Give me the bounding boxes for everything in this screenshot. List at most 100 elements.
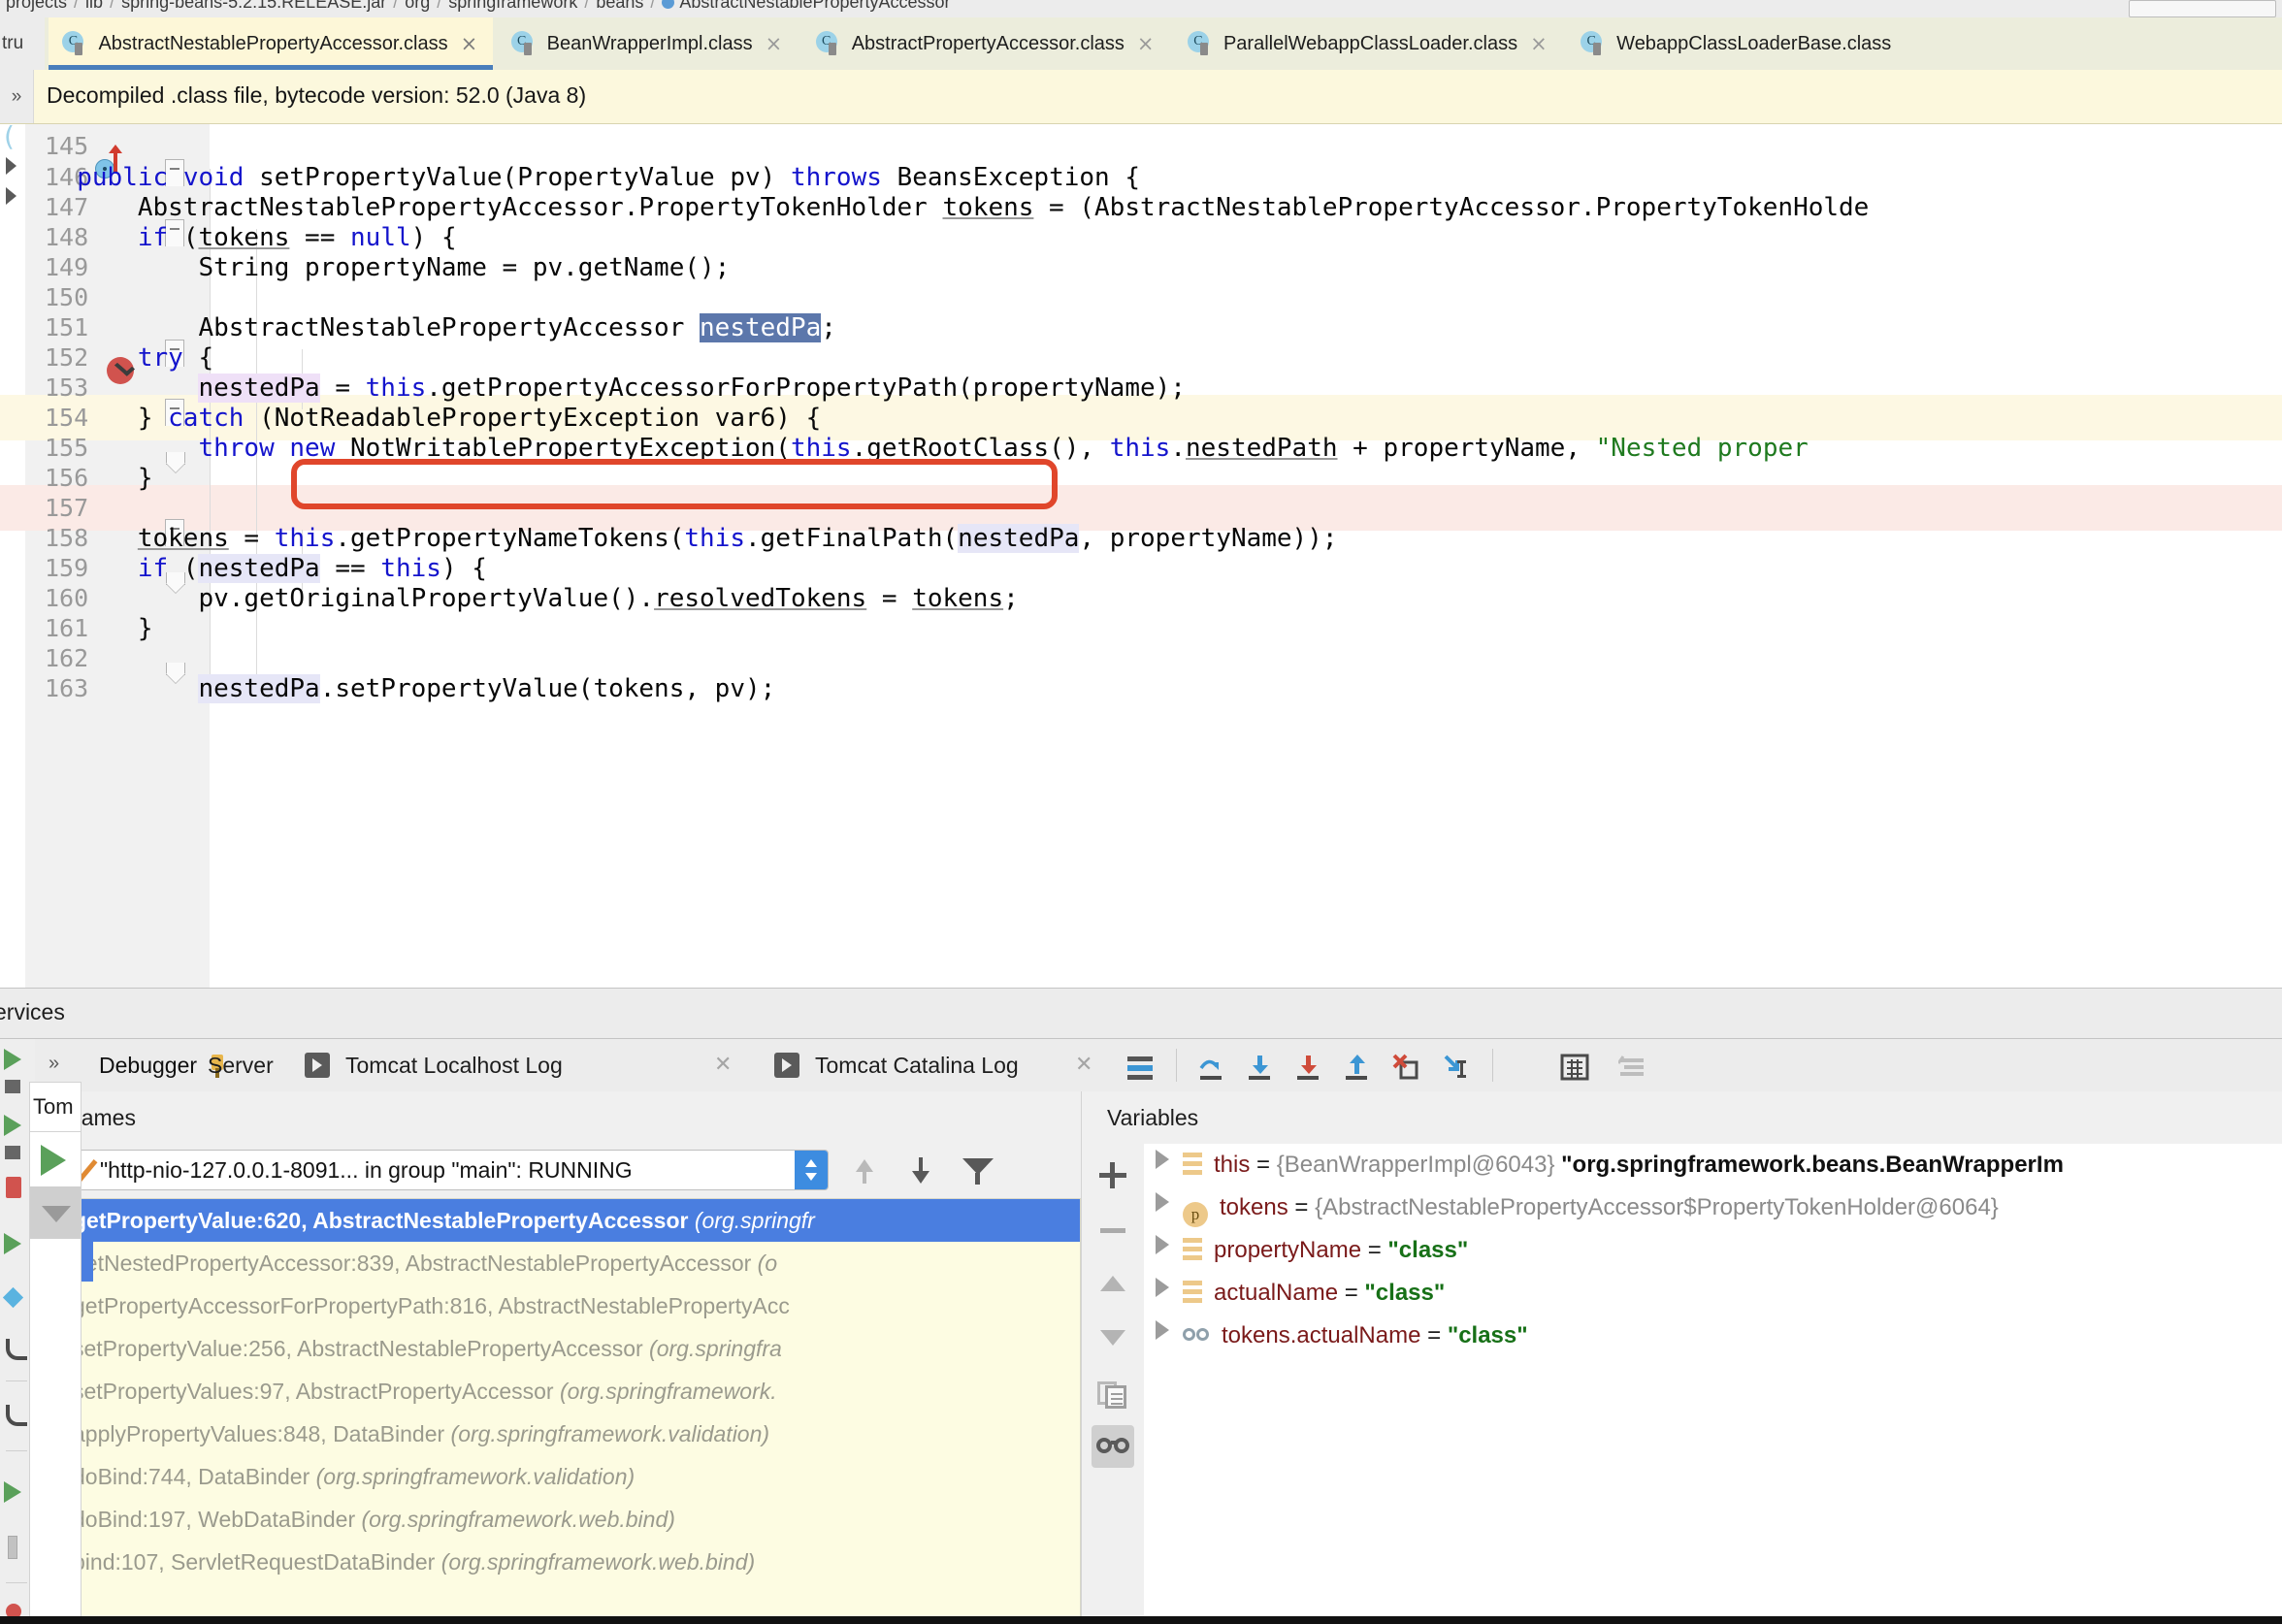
frame-row[interactable]: getNestedPropertyAccessor:839, AbstractN… [57,1242,1080,1284]
variable-row[interactable]: propertyName = "class" [1144,1229,2282,1272]
stop-red-icon[interactable] [4,1175,31,1202]
frames-pane: Frames "http-nio-127.0.0.1-8091... in gr… [35,1091,1081,1624]
code-editor[interactable]: 145 146 147 148 149 150 151 152 153 154 … [0,124,2282,988]
show-execution-point-icon[interactable] [1126,1053,1156,1082]
variable-row[interactable]: p tokens = {AbstractNestablePropertyAcces… [1144,1186,2282,1229]
tab-webappclassloaderbase[interactable]: C WebappClassLoaderBase.class [1567,17,1907,70]
close-icon[interactable]: × [1137,33,1155,54]
tab-tomcat-catalina-log[interactable]: Tomcat Catalina Log [815,1053,1019,1079]
frames-list[interactable]: getPropertyValue:620, AbstractNestablePr… [56,1198,1081,1624]
copy-icon[interactable] [1092,1371,1134,1413]
close-icon[interactable]: ✕ [1075,1053,1092,1077]
tab-overflow-stub[interactable]: tru [0,17,45,70]
expand-triangle-icon[interactable] [1156,1320,1169,1340]
debug-window-body: Frames "http-nio-127.0.0.1-8091... in gr… [35,1091,2282,1624]
tab-parallelwebappclassloader[interactable]: C ParallelWebappClassLoader.class × [1174,17,1563,70]
variables-title: Variables [1107,1105,1199,1130]
settings-lines-icon[interactable] [1616,1053,1647,1082]
expand-triangle-icon[interactable] [1156,1150,1169,1169]
close-icon[interactable]: × [461,33,478,54]
move-up-icon[interactable] [1092,1262,1134,1305]
tab-tomcat-localhost-log[interactable]: Tomcat Localhost Log [345,1053,563,1079]
frame-row[interactable]: setPropertyValue:256, AbstractNestablePr… [57,1327,1080,1370]
variables-pane: Variables this = {BeanWrapperImpl@6043} … [1081,1091,2282,1624]
frame-row[interactable]: applyPropertyValues:848, DataBinder (org… [57,1413,1080,1455]
remove-watch-icon[interactable] [1092,1208,1134,1250]
breadcrumb-item[interactable]: beans [596,0,643,12]
frame-method: bind:107, ServletRequestDataBinder [73,1549,436,1575]
resume-program-icon[interactable] [4,1045,31,1072]
breadcrumb-separator: / [584,0,590,12]
breadcrumb-separator: / [74,0,80,12]
move-down-icon[interactable] [1092,1316,1134,1359]
tab-label: BeanWrapperImpl.class [546,32,753,54]
expand-triangle-icon[interactable] [1156,1235,1169,1254]
breakpoints-icon[interactable] [2,1285,31,1313]
rerun-icon[interactable] [4,1111,31,1138]
banner-expand-icon[interactable]: » [0,70,34,123]
expand-triangle-icon[interactable] [1156,1278,1169,1297]
close-icon[interactable]: × [1530,33,1548,54]
frame-row[interactable]: getPropertyValue:620, AbstractNestablePr… [57,1199,1080,1242]
breadcrumb[interactable]: projects / lib / spring-beans-5.2.15.RELEASE… [0,0,2282,18]
variable-row[interactable]: actualName = "class" [1144,1272,2282,1315]
tab-debugger[interactable]: Debugger [99,1053,197,1079]
frame-row[interactable]: setPropertyValues:97, AbstractPropertyAc… [57,1370,1080,1413]
stop-icon[interactable] [4,1074,31,1101]
dock-tomcat-label[interactable]: Tom [29,1082,82,1132]
variable-name: this [1214,1152,1251,1178]
dock-dropdown-button[interactable] [29,1186,82,1239]
class-dot-icon [662,0,675,9]
rail-divider [6,1380,27,1381]
variable-row[interactable]: tokens.actualName = "class" [1144,1315,2282,1357]
tab-abstractnestablepropertyaccessor[interactable]: C AbstractNestablePropertyAccessor.class… [49,17,494,70]
variable-ref: {AbstractNestablePropertyAccessor$Proper… [1315,1194,1999,1220]
inline-watches-icon[interactable] [1092,1425,1134,1468]
arrow-down-icon-stem [919,1157,923,1172]
frame-row[interactable]: doBind:744, DataBinder (org.springframew… [57,1455,1080,1498]
frame-row[interactable]: getPropertyAccessorForPropertyPath:816, … [57,1284,1080,1327]
frame-package: (org.springframework.validation) [450,1421,770,1446]
drop-frame-icon[interactable] [1391,1053,1420,1082]
add-watch-icon[interactable] [1092,1153,1134,1196]
layout-icon[interactable] [4,1534,31,1561]
debug-expand-icon[interactable]: » [49,1053,59,1075]
run-to-cursor-icon[interactable] [1440,1053,1469,1082]
close-icon[interactable]: ✕ [714,1053,732,1077]
field-icon [1183,1153,1202,1176]
chevron-updown-icon[interactable] [795,1151,828,1189]
breadcrumb-item[interactable]: org [405,0,430,12]
step-out-icon[interactable] [1343,1053,1372,1082]
restore-layout-icon[interactable] [4,1402,31,1429]
tab-abstractpropertyaccessor[interactable]: C AbstractPropertyAccessor.class × [802,17,1170,70]
frame-package: (org.springfra [649,1336,782,1361]
step-into-icon[interactable] [1246,1053,1275,1082]
frame-row[interactable]: bind:107, ServletRequestDataBinder (org.… [57,1541,1080,1583]
variables-list[interactable]: this = {BeanWrapperImpl@6043} "org.sprin… [1144,1144,2282,1624]
tab-server[interactable]: Server [208,1053,274,1079]
breadcrumb-item[interactable]: AbstractNestablePropertyAccessor [679,0,950,12]
frame-row[interactable]: doBind:197, WebDataBinder (org.springfra… [57,1498,1080,1541]
breadcrumb-item[interactable]: lib [85,0,103,12]
tab-beanwrapperimpl[interactable]: C BeanWrapperImpl.class × [498,17,799,70]
expand-triangle-icon[interactable] [1156,1192,1169,1212]
step-over-icon[interactable] [1197,1053,1226,1082]
dock-run-button[interactable] [29,1132,82,1186]
run-icon[interactable] [4,1478,31,1505]
code-line: } [137,464,153,493]
breadcrumb-separator: / [650,0,656,12]
mute-breakpoints-icon[interactable] [4,1336,31,1363]
variable-name: actualName [1214,1280,1339,1306]
thread-selector[interactable]: "http-nio-127.0.0.1-8091... in group "ma… [56,1150,829,1190]
arrow-down-icon[interactable] [912,1171,929,1184]
close-icon[interactable]: × [766,33,783,54]
variable-row[interactable]: this = {BeanWrapperImpl@6043} "org.sprin… [1144,1144,2282,1186]
resume-icon[interactable] [4,1229,31,1256]
breadcrumb-item[interactable]: springframework [448,0,577,12]
breadcrumb-item[interactable]: projects [6,0,67,12]
inspection-widget[interactable] [2129,0,2276,17]
breadcrumb-item[interactable]: spring-beans-5.2.15.RELEASE.jar [121,0,386,12]
stop-server-icon[interactable] [4,1140,31,1167]
force-step-into-icon[interactable] [1294,1053,1323,1082]
evaluate-expression-icon[interactable] [1560,1053,1589,1082]
